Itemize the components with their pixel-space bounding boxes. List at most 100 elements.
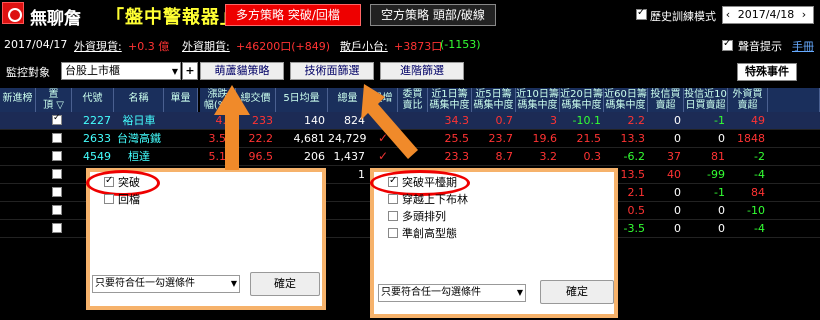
column-header[interactable]: 投信買 賣超 (648, 88, 684, 112)
cell-vol: 1,437 (333, 150, 366, 163)
condition-select[interactable]: 只要符合任一勾選條件 ▼ (378, 284, 526, 302)
date-next-icon[interactable]: › (799, 7, 809, 23)
strategy-button[interactable]: 萌蘆貓策略 (200, 62, 284, 80)
column-header[interactable]: 近5日籌 碼集中度 (472, 88, 516, 112)
cell-pct: 4.4 (215, 114, 234, 127)
column-header[interactable]: 近10日籌 碼集中度 (516, 88, 560, 112)
column-header[interactable]: 置頂 ▽ (36, 88, 72, 112)
cell-it10: 0 (718, 204, 725, 217)
cell-vol (328, 184, 368, 201)
foreign-futures-label[interactable]: 外資期貨: (182, 38, 230, 54)
pin-checkbox[interactable] (52, 151, 62, 161)
column-header[interactable]: 量增 (368, 88, 398, 112)
retail-mini-change: (-1153) (440, 38, 481, 51)
filter-option-bollinger[interactable]: 穿越上下布林 (388, 193, 468, 207)
checkbox-icon[interactable] (104, 194, 114, 204)
date-picker[interactable]: ‹ 2017/4/18 › (722, 6, 814, 24)
cell-c20: -10.1 (572, 114, 601, 127)
pin-checkbox[interactable] (52, 113, 62, 125)
checkbox-icon[interactable] (388, 194, 398, 204)
checkbox-icon[interactable] (104, 174, 114, 188)
breakout-filter-popup: 突破 回檔 只要符合任一勾選條件 ▼ 確定 (86, 168, 326, 310)
confirm-button[interactable]: 確定 (250, 272, 320, 296)
cell-c1: 25.5 (444, 132, 470, 145)
column-header-label: 總交價 (240, 93, 271, 104)
column-header[interactable]: 投信近10 日買賣超 (684, 88, 728, 112)
column-header-label: 近60日籌 (604, 89, 647, 100)
cell-c10: 3.2 (539, 150, 558, 163)
checkbox-icon[interactable] (388, 228, 398, 238)
cell-code: 2227 (83, 114, 111, 127)
cell-vol: 24,729 (328, 132, 367, 145)
column-header[interactable]: 近20日籌 碼集中度 (560, 88, 604, 112)
pin-checkbox[interactable] (52, 133, 62, 143)
cell-fi: 1848 (737, 132, 765, 145)
cell-c5: 8.7 (495, 150, 514, 163)
long-strategy-tab[interactable]: 多方策略 突破/回檔 (225, 4, 361, 26)
foreign-spot-label[interactable]: 外資現貨: (74, 38, 122, 54)
column-header[interactable]: 近1日籌 碼集中度 (428, 88, 472, 112)
column-header[interactable]: 漲跌 幅(%) (200, 88, 236, 112)
column-header-label: 日買賣超 (685, 100, 726, 111)
cell-fi: -4 (754, 222, 765, 235)
checkbox-icon[interactable] (388, 174, 398, 188)
confirm-button[interactable]: 確定 (540, 280, 614, 304)
column-header[interactable]: 單量 (164, 88, 198, 112)
pin-checkbox[interactable] (52, 187, 62, 197)
technical-filter-button[interactable]: 技術面篩選 (290, 62, 374, 80)
column-header[interactable]: 5日均量 (276, 88, 328, 112)
filter-option-new-high-pattern[interactable]: 準創高型態 (388, 227, 457, 241)
retail-mini-label[interactable]: 散戶小台: (340, 38, 388, 54)
cell-c20: 0.3 (583, 150, 602, 163)
cell-it10: -99 (707, 168, 725, 181)
column-header[interactable]: 新進榜 (0, 88, 36, 112)
market-select[interactable]: 台股上市櫃 ▼ (61, 62, 181, 80)
filter-option-pullback[interactable]: 回檔 (104, 193, 140, 207)
foreign-spot-value: +0.3 億 (128, 40, 170, 53)
manual-link[interactable]: 手冊 (792, 38, 814, 54)
column-header-label: 碼集中度 (517, 100, 558, 111)
sound-checkbox[interactable]: ✓ (722, 38, 733, 51)
add-market-button[interactable]: + (182, 62, 198, 80)
cell-mark: ✓ (377, 113, 389, 127)
filter-option-breakout[interactable]: 突破 (104, 174, 140, 190)
filter-option-bullish-alignment[interactable]: 多頭排列 (388, 210, 446, 224)
column-header[interactable]: 代號 (72, 88, 114, 112)
cell-name: 裕日車 (122, 114, 156, 127)
column-header-label: 賣超 (737, 100, 758, 111)
column-header[interactable]: 近60日籌 碼集中度 (604, 88, 648, 112)
pin-checkbox[interactable] (52, 223, 62, 233)
column-header[interactable]: 總交價 (236, 88, 276, 112)
special-events-button[interactable]: 特殊事件 (737, 63, 797, 81)
column-header-filler (768, 88, 820, 112)
pin-checkbox[interactable] (52, 205, 62, 215)
history-mode-checkbox[interactable] (636, 7, 647, 20)
table-row[interactable]: 4549 桓達 5.12 96.5 206 1,437 ✓ 23.3 8.7 3.2 0.3 -6.2… (0, 148, 820, 166)
condition-select[interactable]: 只要符合任一勾選條件 ▼ (92, 275, 240, 293)
foreign-futures-value: +46200口(+849) (236, 40, 331, 53)
app-logo-icon (2, 2, 24, 24)
column-header[interactable]: 委買 賣比 (398, 88, 428, 112)
column-header[interactable]: 外資買 賣超 (728, 88, 768, 112)
date-prev-icon[interactable]: ‹ (723, 7, 733, 23)
column-header-label: 近20日籌 (560, 89, 603, 100)
short-strategy-tab[interactable]: 空方策略 頭部/破線 (370, 4, 496, 26)
cell-fi: 84 (751, 186, 765, 199)
filter-option-platform-breakout[interactable]: 突破平檯期 (388, 174, 457, 190)
table-row[interactable]: 2227 裕日車 4.4 233 140 824 ✓ 34.3 0.7 3 -10.1 2.2 0 -1 4… (0, 112, 820, 130)
column-header[interactable]: 名稱 (114, 88, 164, 112)
column-header-label: 置 (48, 89, 59, 100)
history-mode-label: 歷史訓練模式 (650, 10, 716, 23)
app-name: 無聊詹 (30, 9, 81, 29)
column-header[interactable]: 總量 (328, 88, 368, 112)
column-header-label: 碼集中度 (561, 100, 602, 111)
pin-checkbox[interactable] (52, 169, 62, 179)
control-row: 監控對象 台股上市櫃 ▼ + 萌蘆貓策略 技術面篩選 進階篩選 (0, 58, 820, 84)
cell-it10: 0 (718, 222, 725, 235)
checkbox-icon[interactable] (388, 211, 398, 221)
market-select-value: 台股上市櫃 (65, 64, 120, 77)
chevron-down-icon: ▼ (516, 288, 523, 297)
cell-mark: ✓ (377, 131, 389, 145)
table-row[interactable]: 2633 台灣高鐵 3.50 22.2 4,681 24,729 ✓ 25.5 23.7 19.6… (0, 130, 820, 148)
advanced-filter-button[interactable]: 進階篩選 (380, 62, 464, 80)
